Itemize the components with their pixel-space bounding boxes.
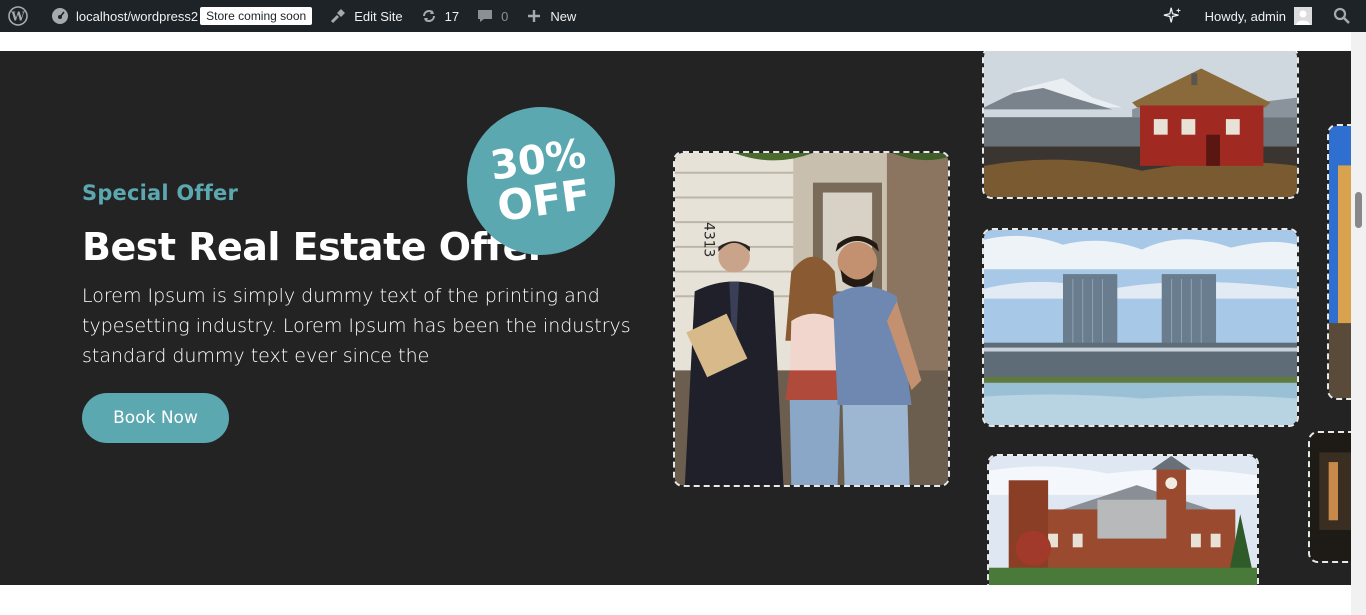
plus-icon: [524, 6, 544, 26]
realtor-couple-photo: 4313: [673, 151, 950, 487]
special-offer-eyebrow: Special Offer: [82, 181, 239, 205]
admin-bar-right: Howdy, admin: [1149, 0, 1366, 32]
avatar: [1294, 7, 1312, 25]
edit-site-label: Edit Site: [354, 8, 403, 24]
wordpress-icon: W: [8, 6, 28, 26]
page-scrollbar[interactable]: [1351, 32, 1366, 615]
edit-site-link[interactable]: Edit Site: [320, 0, 410, 32]
discount-off: OFF: [494, 169, 594, 232]
wordpress-logo-button[interactable]: W: [0, 0, 42, 32]
howdy-label: Howdy, admin: [1204, 8, 1286, 24]
sparkle-icon: [1163, 6, 1183, 26]
search-button[interactable]: [1320, 0, 1366, 32]
admin-bar: W localhost/wordpress2 Store coming soon…: [0, 0, 1366, 32]
new-content-link[interactable]: New: [516, 0, 584, 32]
brush-icon: [328, 6, 348, 26]
new-label: New: [550, 8, 577, 24]
my-account-menu[interactable]: Howdy, admin: [1197, 0, 1320, 32]
dashboard-gauge-icon: [50, 6, 70, 26]
hero-section: Special Offer Best Real Estate Offer Lor…: [0, 51, 1351, 585]
brick-clocktower-photo: [987, 454, 1259, 585]
waterfront-towers-photo: [982, 228, 1299, 427]
hero-description: Lorem Ipsum is simply dummy text of the …: [82, 285, 631, 367]
red-cottage-photo: [982, 51, 1299, 199]
updates-count: 17: [444, 8, 460, 24]
comment-icon: [475, 6, 495, 26]
hero-title: Best Real Estate Offer: [82, 225, 547, 269]
store-coming-soon-badge[interactable]: Store coming soon: [200, 7, 313, 25]
refresh-icon: [419, 6, 439, 26]
site-name-link[interactable]: localhost/wordpress2 Store coming soon: [42, 0, 320, 32]
svg-text:W: W: [10, 10, 25, 24]
updates-link[interactable]: 17: [411, 0, 467, 32]
book-now-button[interactable]: Book Now: [82, 393, 229, 443]
cropped-photo-right-top: [1327, 124, 1351, 400]
scrollbar-thumb[interactable]: [1355, 192, 1362, 228]
comments-link[interactable]: 0: [467, 0, 516, 32]
site-name-label: localhost/wordpress2: [76, 8, 199, 24]
search-icon: [1332, 6, 1352, 26]
comments-count: 0: [501, 8, 509, 24]
cropped-photo-right-bottom: [1308, 431, 1351, 563]
ai-sparkle-button[interactable]: [1149, 0, 1197, 32]
svg-text:4313: 4313: [701, 222, 717, 257]
